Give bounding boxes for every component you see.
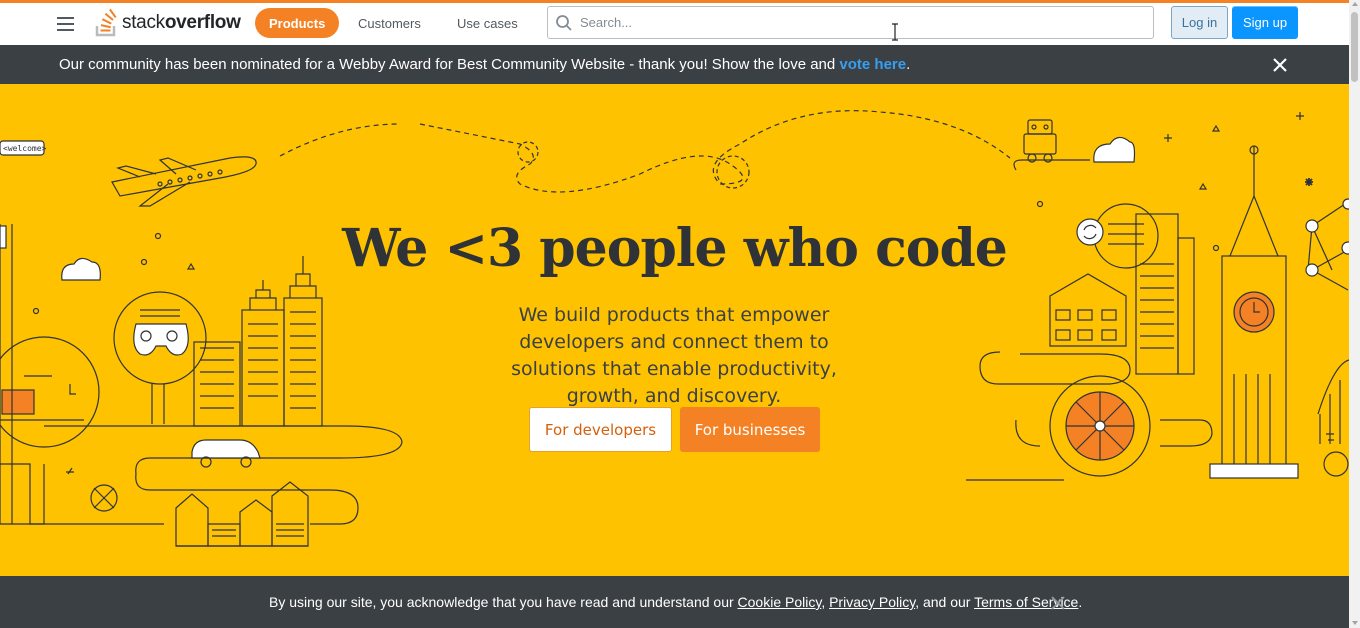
car-icon [191, 439, 261, 468]
login-button[interactable]: Log in [1171, 6, 1228, 39]
search-icon [548, 7, 580, 38]
hero-subtitle: We build products that empower developer… [511, 304, 837, 407]
top-bar: stackoverflow Products Customers Use cas… [0, 0, 1349, 45]
vote-here-link[interactable]: vote here [839, 56, 906, 73]
notice-text: Our community has been nominated for a W… [59, 56, 911, 73]
cookie-policy-link[interactable]: Cookie Policy [738, 594, 822, 610]
svg-text:<welcome>: <welcome> [3, 144, 47, 153]
nav-use-cases[interactable]: Use cases [443, 8, 532, 38]
search-input[interactable] [580, 7, 1153, 38]
close-icon[interactable] [1050, 595, 1066, 611]
nav-products[interactable]: Products [255, 8, 340, 38]
privacy-policy-link[interactable]: Privacy Policy [829, 594, 915, 610]
airplane-icon [111, 156, 257, 207]
hero-title: We <3 people who code [342, 218, 1008, 279]
nav-customers[interactable]: Customers [344, 8, 435, 38]
cookie-text: By using our site, you acknowledge that … [269, 594, 1083, 610]
text-cursor-icon [892, 23, 898, 41]
logo-text: stackoverflow [122, 12, 241, 33]
search-box[interactable] [547, 6, 1154, 39]
scroll-up-icon[interactable] [1352, 2, 1358, 6]
page-scrollbar[interactable] [1349, 0, 1360, 628]
for-businesses-button[interactable]: For businesses [680, 407, 820, 452]
stack-logo-icon [95, 8, 117, 37]
cookie-consent-bar: By using our site, you acknowledge that … [0, 576, 1349, 628]
stackoverflow-logo[interactable]: stackoverflow [94, 6, 241, 40]
notice-banner: Our community has been nominated for a W… [0, 45, 1349, 84]
robot-icon [1013, 119, 1090, 171]
signup-button[interactable]: Sign up [1232, 6, 1298, 39]
for-developers-button[interactable]: For developers [529, 407, 672, 452]
hero-section: <welcome> We <3 people who code We build… [0, 84, 1349, 576]
hamburger-icon[interactable] [52, 11, 78, 37]
scroll-down-icon[interactable] [1352, 621, 1358, 625]
scrollbar-thumb[interactable] [1351, 12, 1358, 82]
close-icon[interactable] [1271, 56, 1289, 74]
